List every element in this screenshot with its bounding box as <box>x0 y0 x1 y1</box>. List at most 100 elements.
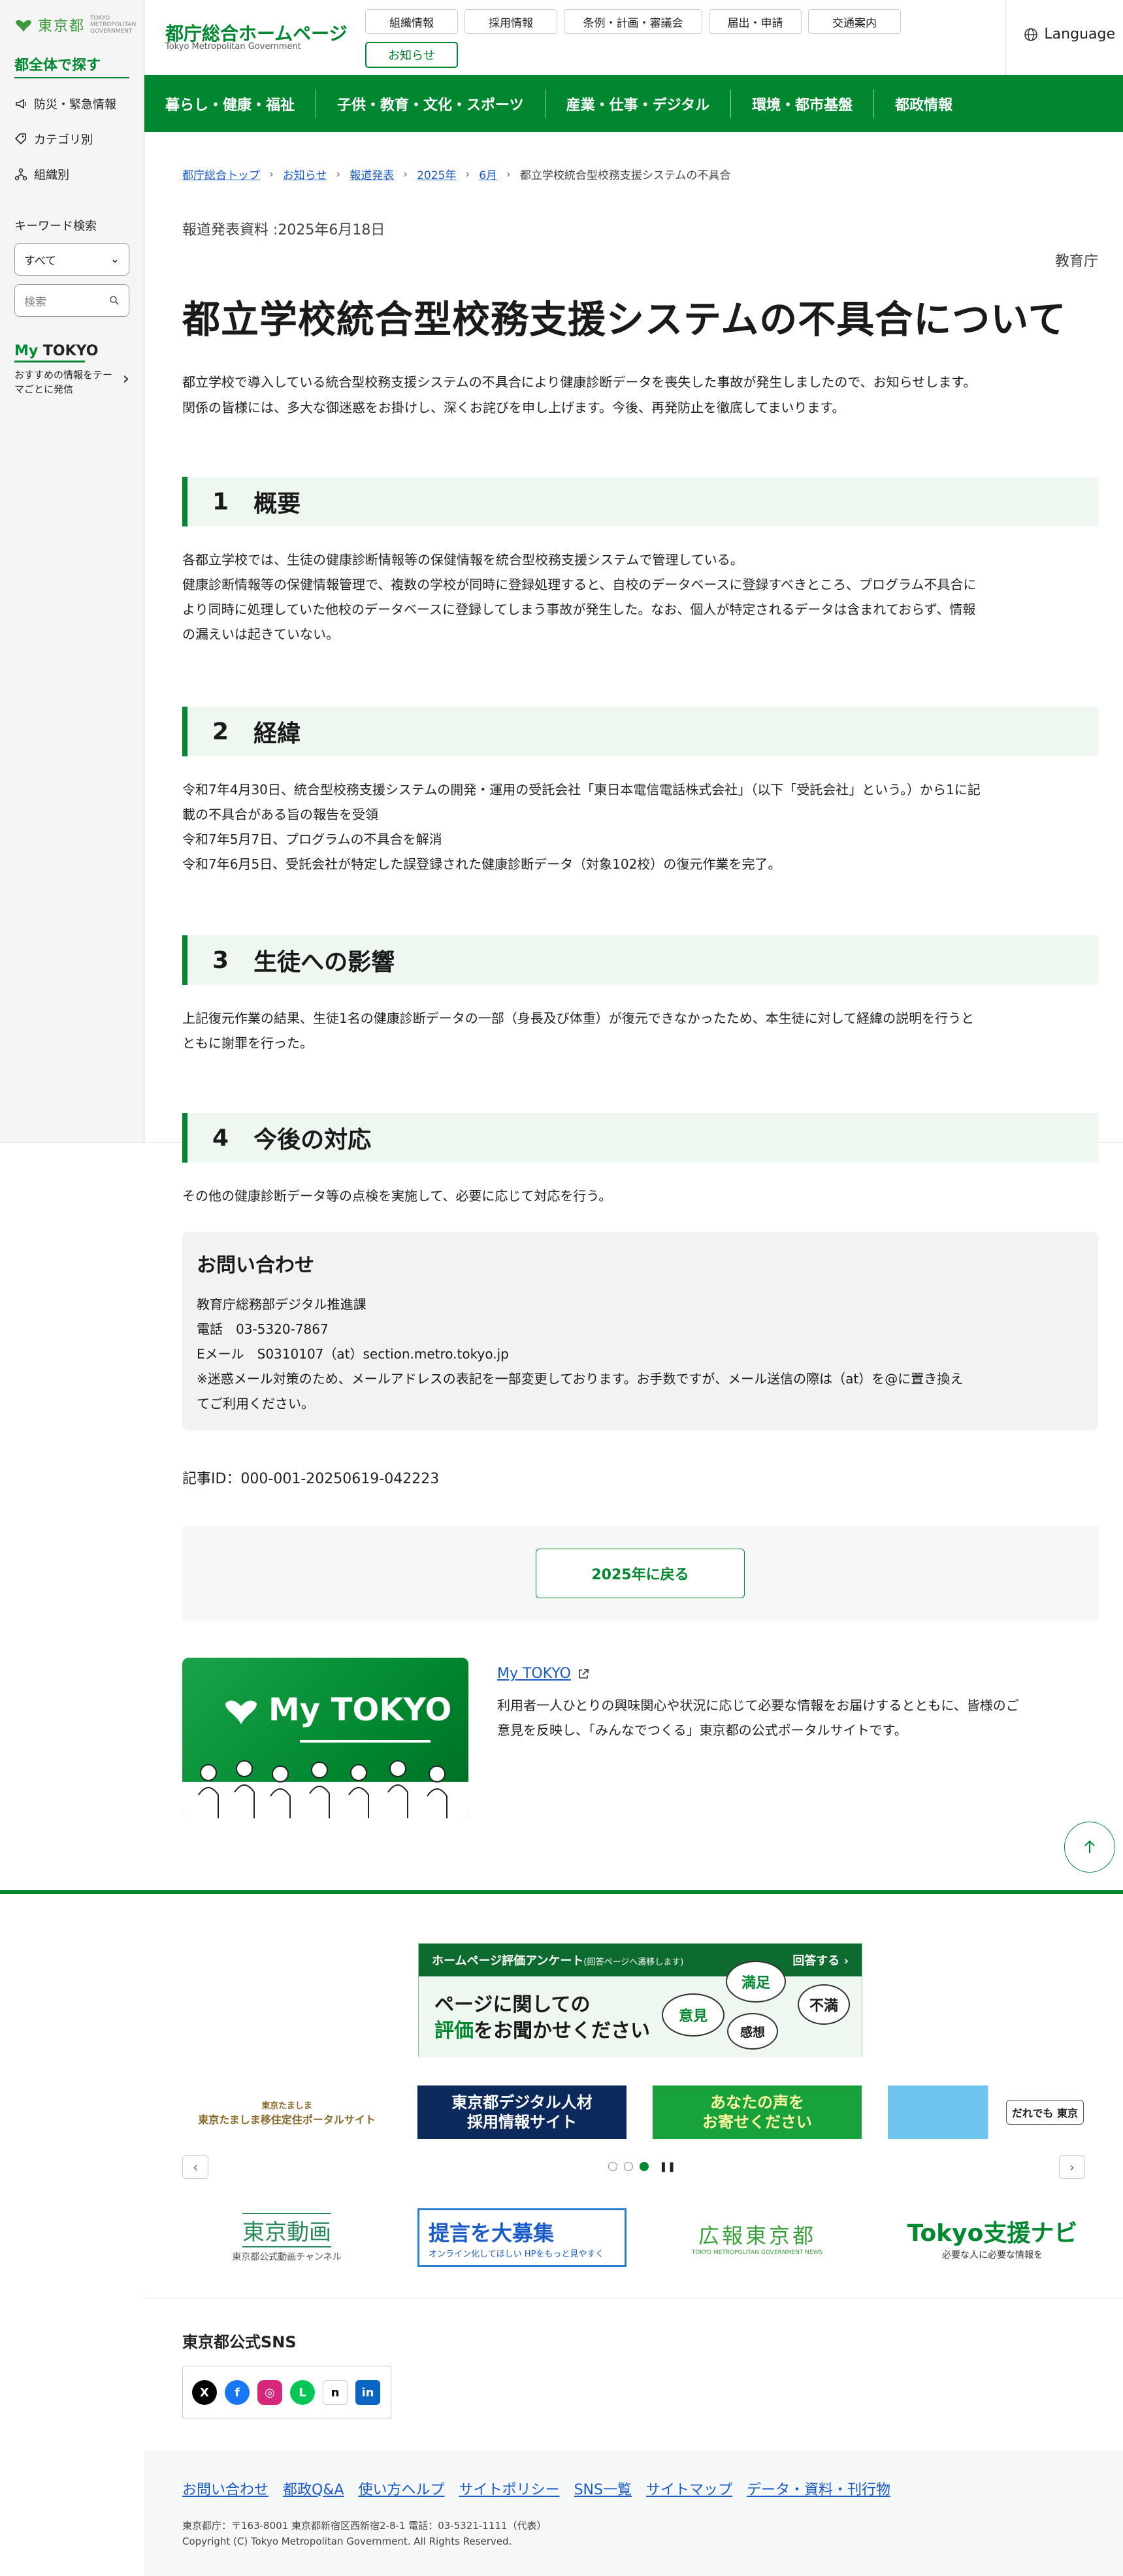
survey-text-line: をお聞かせください <box>474 2020 650 2042</box>
chevron-right-icon: › <box>336 167 341 181</box>
footer-link-contact[interactable]: お問い合わせ <box>182 2478 269 2499</box>
contact-line: Eメール S0310107（at）section.metro.tokyo.jp <box>197 1346 509 1362</box>
mytokyo-link[interactable]: My TOKYO <box>497 1666 589 1682</box>
mytokyo-card-image[interactable]: My TOKYO <box>182 1658 468 1818</box>
banner-voice-line: お寄せください <box>702 2113 812 2131</box>
line-icon[interactable]: L <box>290 2380 315 2405</box>
breadcrumb-link-year[interactable]: 2025年 <box>417 166 456 182</box>
search-icon[interactable] <box>109 295 120 306</box>
back-to-top-button[interactable] <box>1064 1822 1115 1873</box>
footer-link-qa[interactable]: 都政Q&A <box>283 2478 344 2499</box>
banner-digital-line: 採用情報サイト <box>467 2113 577 2131</box>
footer-link-help[interactable]: 使い方ヘルプ <box>359 2478 445 2499</box>
chevron-right-icon: › <box>403 167 408 181</box>
bureau-name: 教育庁 <box>1054 253 1098 270</box>
page-title: 都立学校統合型校務支援システムの不具合について <box>182 297 1067 342</box>
breadcrumb-link-press[interactable]: 報道発表 <box>350 166 394 182</box>
gnav-industry[interactable]: 産業・仕事・デジタル <box>545 89 732 118</box>
footer-link-policy[interactable]: サイトポリシー <box>459 2478 560 2499</box>
facebook-icon[interactable]: f <box>225 2380 250 2405</box>
section-heading-impact: 3 生徒への影響 <box>182 935 1098 985</box>
contact-title: お問い合わせ <box>197 1254 314 1277</box>
search-input[interactable]: 検索 <box>14 284 129 317</box>
pause-icon[interactable]: ❚❚ <box>659 2161 675 2172</box>
chevron-right-icon: › <box>465 167 470 181</box>
people-illustration <box>182 1760 468 1818</box>
search-scope-select[interactable]: すべて ⌄ <box>14 243 129 276</box>
slider-prev-button[interactable]: ‹ <box>182 2155 208 2179</box>
header-nav-application[interactable]: 届出・申請 <box>709 9 802 34</box>
logo-tokyo-douga[interactable]: 東京動画 東京都公式動画チャンネル <box>182 2208 391 2267</box>
breadcrumb-link-news[interactable]: お知らせ <box>283 166 327 182</box>
footer-link-sns[interactable]: SNS一覧 <box>574 2478 632 2499</box>
banner-daredemo-tokyo[interactable]: だれでも 東京 <box>888 2085 1097 2139</box>
survey-body: ページに関しての 評価をお聞かせください 満足 不満 意見 感想 <box>419 1961 862 2057</box>
gnav-environment[interactable]: 環境・都市基盤 <box>731 89 875 118</box>
bubble-impression: 感想 <box>727 2013 778 2050</box>
body-line: 各都立学校では、生徒の健康診断情報等の保健情報を統合型校務支援システムで管理して… <box>182 552 743 568</box>
instagram-icon[interactable]: ◎ <box>257 2380 282 2405</box>
slider-next-button[interactable]: › <box>1059 2155 1085 2179</box>
breadcrumb-link-top[interactable]: 都庁総合トップ <box>182 166 260 182</box>
gnav-living[interactable]: 暮らし・健康・福祉 <box>144 89 317 118</box>
sidebar-item-label: 組織別 <box>34 169 69 182</box>
bubble-dissatisfied: 不満 <box>798 1984 850 2025</box>
banner-your-voice[interactable]: あなたの声を お寄せください <box>653 2085 862 2139</box>
header-nav-news[interactable]: お知らせ <box>365 42 458 68</box>
language-button[interactable]: Language <box>1023 26 1115 42</box>
header-nav-recruit[interactable]: 採用情報 <box>464 9 557 34</box>
footer-link-sitemap[interactable]: サイトマップ <box>646 2478 732 2499</box>
footer-links: お問い合わせ 都政Q&A 使い方ヘルプ サイトポリシー SNS一覧 サイトマップ… <box>182 2478 890 2499</box>
banner-tamashima[interactable]: 東京たましま 東京たましま移住定住ポータルサイト <box>182 2085 391 2139</box>
contact-box: お問い合わせ 教育庁総務部デジタル推進課 電話 03-5320-7867 Eメー… <box>182 1232 1098 1430</box>
section-number: 1 <box>212 488 229 515</box>
header-nav-access[interactable]: 交通案内 <box>808 9 901 34</box>
mytokyo-text: おすすめの情報をテーマごとに発信 <box>14 369 113 395</box>
chevron-right-icon: › <box>122 369 129 389</box>
back-to-year-button[interactable]: 2025年に戻る <box>536 1549 745 1598</box>
header-nav-organization[interactable]: 組織情報 <box>365 9 458 34</box>
body-line: 健康診断情報等の保健情報管理で、複数の学校が同時に登録処理すると、自校のデータベ… <box>182 577 977 592</box>
chevron-right-icon: › <box>1069 2159 1075 2175</box>
x-icon[interactable]: X <box>192 2380 217 2405</box>
breadcrumb-current: 都立学校統合型校務支援システムの不具合 <box>519 169 731 182</box>
globe-icon <box>1024 27 1038 41</box>
survey-answer-link[interactable]: 回答する › <box>792 1952 849 1969</box>
press-release-date: 報道発表資料 :2025年6月18日 <box>182 222 385 238</box>
logo-tokyo-shien-navi[interactable]: Tokyo支援ナビ 必要な人に必要な情報を <box>888 2208 1097 2267</box>
gnav-government[interactable]: 都政情報 <box>874 89 973 118</box>
sidebar-item-organization[interactable]: 組織別 <box>14 166 69 183</box>
chevron-right-icon: › <box>506 167 511 181</box>
logo-proposal[interactable]: 提言を大募集 オンライン化してほしい HPをもっと見やすく <box>417 2208 627 2267</box>
contact-line: てご利用ください。 <box>197 1396 314 1411</box>
tokyo-logo[interactable]: 東京都 TOKYO METROPOLITAN GOVERNMENT <box>14 14 136 35</box>
banner-digital-recruit[interactable]: 東京都デジタル人材 採用情報サイト <box>417 2085 627 2139</box>
header-nav-ordinance[interactable]: 条例・計画・審議会 <box>564 9 702 34</box>
slider-dot[interactable] <box>624 2162 633 2171</box>
survey-banner[interactable]: ホームページ評価アンケート(回答ページへ遷移します) 回答する › ページに関し… <box>418 1943 862 2057</box>
body-line: ともに謝罪を行った。 <box>182 1035 313 1051</box>
mytokyo-card-logo-text: My TOKYO <box>269 1692 452 1728</box>
org-chart-icon <box>14 168 27 181</box>
mytokyo-desc-line: 意見を反映し、「みんなでつくる」東京都の公式ポータルサイトです。 <box>497 1722 907 1738</box>
footer-link-data[interactable]: データ・資料・刊行物 <box>747 2478 890 2499</box>
sns-icons: X f ◎ L n in <box>182 2366 391 2419</box>
logo-kouhou-tokyo[interactable]: 広報東京都 TOKYO METROPOLITAN GOVERNMENT NEWS <box>653 2208 862 2267</box>
breadcrumb-link-month[interactable]: 6月 <box>479 166 497 182</box>
linkedin-icon[interactable]: in <box>355 2380 380 2405</box>
mytokyo-sidebar-link[interactable]: My TOKYO おすすめの情報をテーマごとに発信 › <box>14 343 129 396</box>
sidebar-item-disaster[interactable]: 防災・緊急情報 <box>14 95 116 112</box>
footer-copyright: Copyright (C) Tokyo Metropolitan Governm… <box>182 2536 512 2547</box>
sidebar-item-category[interactable]: カテゴリ別 <box>14 131 93 148</box>
slider-dot[interactable] <box>608 2162 617 2171</box>
ginkgo-icon <box>225 1700 257 1724</box>
survey-text: ページに関しての 評価をお聞かせください <box>434 1992 650 2044</box>
gnav-education[interactable]: 子供・教育・文化・スポーツ <box>316 89 545 118</box>
note-icon[interactable]: n <box>323 2380 348 2405</box>
external-link-icon <box>579 1668 589 1679</box>
slider-dot-active[interactable] <box>640 2162 649 2171</box>
contact-line: 教育庁総務部デジタル推進課 <box>197 1296 366 1312</box>
chevron-down-icon: ⌄ <box>110 253 120 266</box>
bubble-satisfied: 満足 <box>726 1961 786 2003</box>
language-label: Language <box>1044 26 1115 42</box>
